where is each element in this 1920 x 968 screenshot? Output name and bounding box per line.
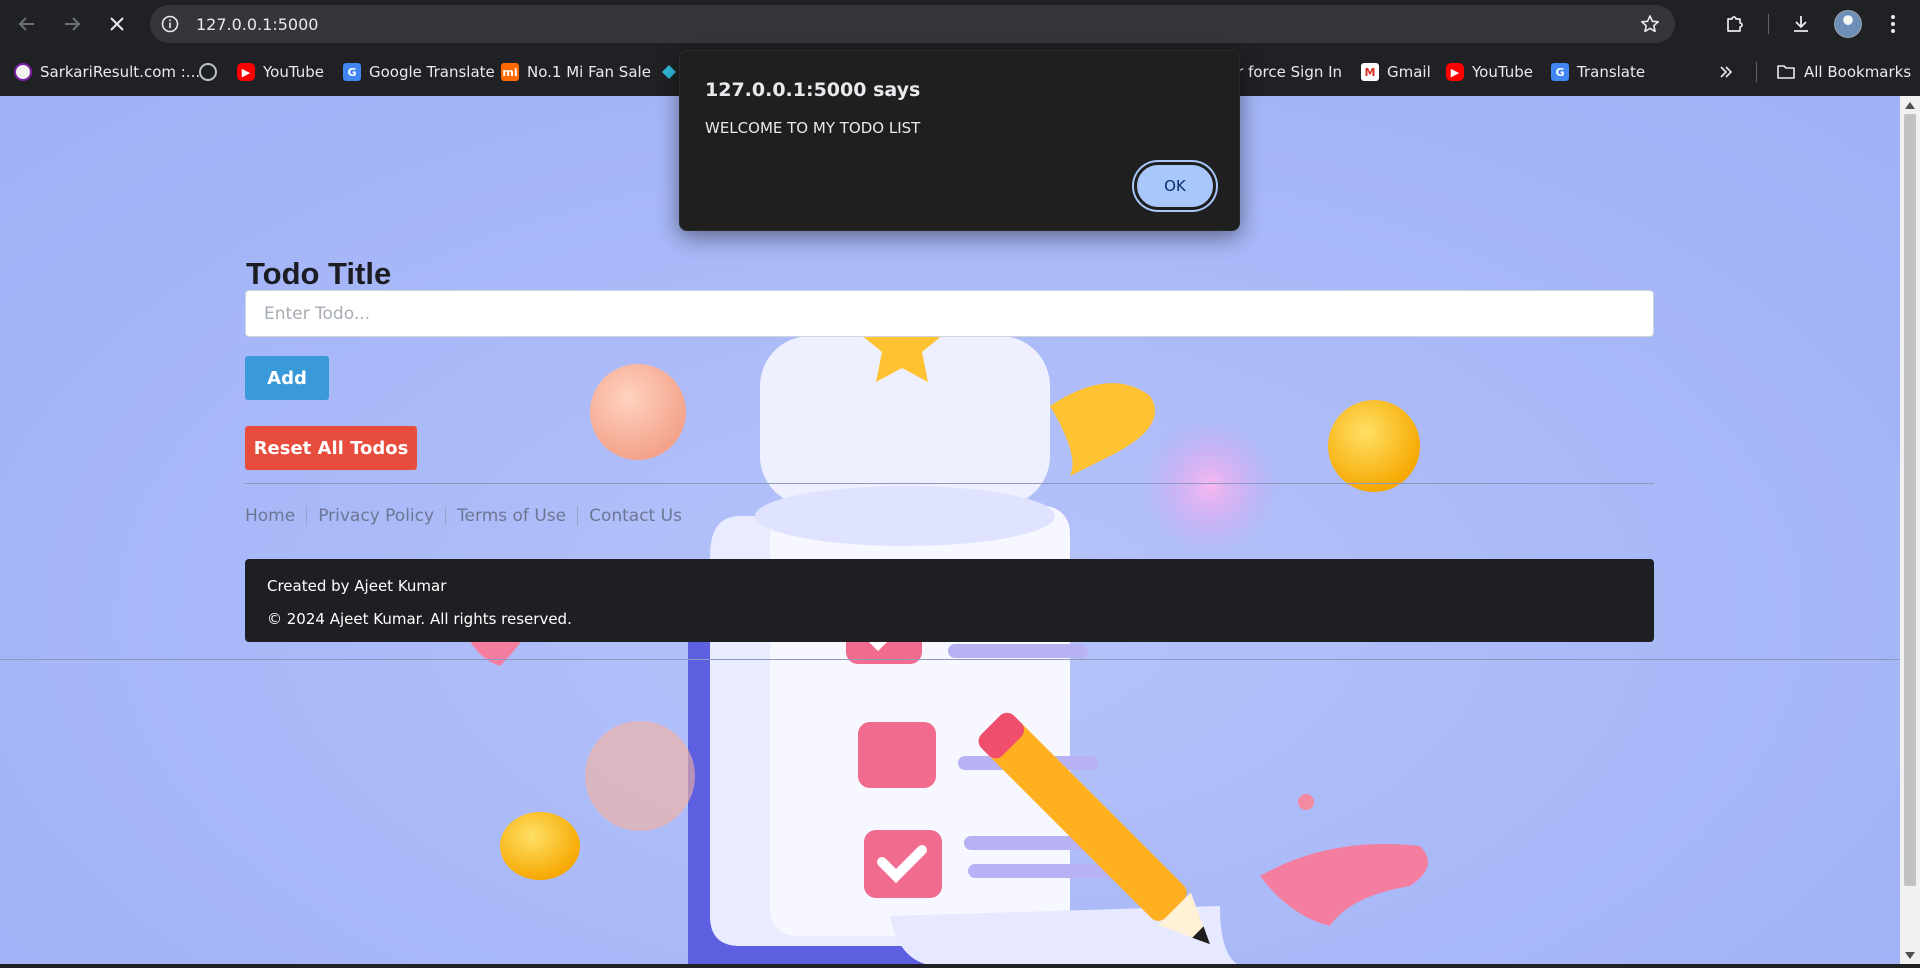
- all-bookmarks-button[interactable]: All Bookmarks: [1776, 60, 1911, 84]
- chevron-double-right-icon: [1720, 66, 1733, 78]
- bookmark-youtube[interactable]: ▶ YouTube: [237, 60, 324, 84]
- diamond-favicon: [660, 63, 678, 81]
- bookmark-label: No.1 Mi Fan Sale: [527, 63, 651, 81]
- more-bookmarks-button[interactable]: [1718, 60, 1734, 84]
- download-icon[interactable]: [1788, 11, 1814, 37]
- all-bookmarks-label: All Bookmarks: [1804, 63, 1912, 81]
- bookmark-force-sign-in[interactable]: ir force Sign In: [1233, 60, 1342, 84]
- bookmark-divider: [1756, 62, 1757, 82]
- bookmark-label: Google Translate: [369, 63, 495, 81]
- arrow-right-icon: [65, 17, 81, 31]
- dialog-message: WELCOME TO MY TODO LIST: [705, 119, 921, 137]
- close-icon: [110, 17, 124, 31]
- bookmark-label: Gmail: [1387, 63, 1431, 81]
- sarkari-result-favicon: [14, 63, 32, 81]
- footer-link-contact-us[interactable]: Contact Us: [577, 506, 693, 526]
- address-bar[interactable]: 127.0.0.1:5000: [150, 5, 1675, 43]
- bookmark-label: YouTube: [263, 63, 324, 81]
- address-url[interactable]: 127.0.0.1:5000: [196, 15, 318, 34]
- scroll-thumb[interactable]: [1904, 114, 1916, 886]
- todo-input[interactable]: [245, 290, 1654, 337]
- site-info-icon[interactable]: [160, 14, 180, 34]
- ok-button[interactable]: OK: [1134, 162, 1216, 210]
- bookmark-google-translate[interactable]: G Google Translate: [343, 60, 495, 84]
- footer-link-home[interactable]: Home: [245, 506, 306, 526]
- dialog-title: 127.0.0.1:5000 says: [705, 79, 921, 101]
- content-divider: [245, 483, 1654, 484]
- bookmark-star-icon[interactable]: [1639, 13, 1661, 35]
- scroll-down-arrow-icon[interactable]: [1905, 952, 1915, 959]
- footer-link-privacy-policy[interactable]: Privacy Policy: [306, 506, 445, 526]
- bookmark-globe[interactable]: [199, 60, 217, 84]
- footer-copyright: © 2024 Ajeet Kumar. All rights reserved.: [267, 610, 572, 628]
- stop-loading-button[interactable]: [102, 9, 132, 39]
- bookmark-mi-fan-sale[interactable]: mi No.1 Mi Fan Sale: [501, 60, 651, 84]
- browser-toolbar: 127.0.0.1:5000: [0, 0, 1920, 48]
- site-footer: Created by Ajeet Kumar © 2024 Ajeet Kuma…: [245, 559, 1654, 642]
- gmail-favicon: M: [1361, 63, 1379, 81]
- profile-avatar[interactable]: [1834, 10, 1862, 38]
- page-divider: [0, 659, 1900, 660]
- bookmark-youtube-2[interactable]: ▶ YouTube: [1446, 60, 1533, 84]
- bookmark-sarkariresult[interactable]: SarkariResult.com :...: [14, 60, 200, 84]
- extensions-icon[interactable]: [1722, 11, 1748, 37]
- toolbar-divider: [1768, 14, 1769, 34]
- bookmark-gmail[interactable]: M Gmail: [1361, 60, 1431, 84]
- scroll-up-arrow-icon[interactable]: [1905, 102, 1915, 109]
- page-scrollbar[interactable]: [1900, 96, 1920, 964]
- alert-dialog: 127.0.0.1:5000 says WELCOME TO MY TODO L…: [679, 50, 1240, 231]
- bookmark-label: Translate: [1577, 63, 1646, 81]
- bookmark-label: YouTube: [1472, 63, 1533, 81]
- google-translate-favicon: G: [1551, 63, 1569, 81]
- arrow-left-icon: [18, 17, 34, 31]
- google-translate-favicon: G: [343, 63, 361, 81]
- bookmark-diamond[interactable]: [660, 60, 678, 84]
- back-button[interactable]: [12, 9, 42, 39]
- footer-link-terms-of-use[interactable]: Terms of Use: [445, 506, 577, 526]
- footer-nav: Home Privacy Policy Terms of Use Contact…: [245, 506, 693, 526]
- folder-icon: [1777, 65, 1795, 79]
- globe-icon: [199, 63, 217, 81]
- youtube-favicon: ▶: [1446, 63, 1464, 81]
- bookmark-translate[interactable]: G Translate: [1551, 60, 1645, 84]
- kebab-menu-icon[interactable]: [1880, 11, 1906, 37]
- mi-favicon: mi: [501, 63, 519, 81]
- forward-button[interactable]: [57, 9, 87, 39]
- footer-created-by: Created by Ajeet Kumar: [267, 577, 447, 595]
- bookmark-label: ir force Sign In: [1233, 63, 1343, 81]
- page-title: Todo Title: [246, 256, 392, 291]
- youtube-favicon: ▶: [237, 63, 255, 81]
- add-button[interactable]: Add: [245, 356, 329, 400]
- reset-all-todos-button[interactable]: Reset All Todos: [245, 426, 417, 470]
- bookmark-label: SarkariResult.com :...: [40, 63, 201, 81]
